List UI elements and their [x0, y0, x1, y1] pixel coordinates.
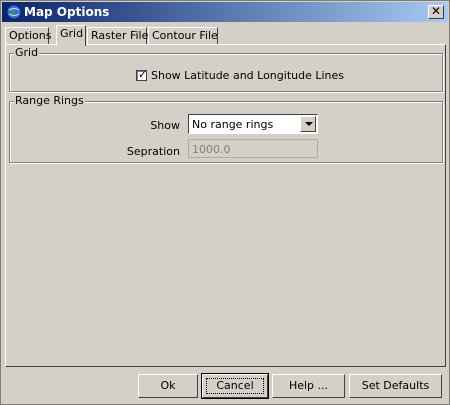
- checkmark-icon: ✓: [138, 68, 148, 81]
- tab-raster-file[interactable]: Raster File: [87, 27, 148, 44]
- latlon-lines-checkbox[interactable]: ✓: [136, 68, 148, 81]
- show-select-value: No range rings: [192, 118, 274, 131]
- title-bar[interactable]: Map Options ✕: [2, 2, 448, 22]
- grid-tab-panel: Grid ✓ Show Latitude and Longitude Lines…: [5, 44, 446, 367]
- show-range-rings-select[interactable]: No range rings: [188, 114, 318, 134]
- window-title: Map Options: [24, 5, 110, 19]
- tab-contour-file[interactable]: Contour File: [148, 27, 218, 44]
- chevron-down-icon: [305, 122, 313, 126]
- range-rings-group-title: Range Rings: [14, 94, 85, 107]
- focus-rect: [206, 378, 264, 394]
- cancel-button[interactable]: Cancel: [201, 373, 269, 399]
- map-options-dialog: Map Options ✕ Options Grid Raster File C…: [0, 0, 450, 405]
- ok-button[interactable]: Ok: [138, 374, 198, 398]
- help-button[interactable]: Help ...: [272, 374, 345, 398]
- close-button[interactable]: ✕: [428, 5, 444, 19]
- range-rings-group: Range Rings Show No range rings Sepratio…: [9, 94, 443, 163]
- tab-options[interactable]: Options: [5, 27, 51, 44]
- set-defaults-button[interactable]: Set Defaults: [349, 374, 442, 398]
- close-icon: ✕: [430, 4, 442, 18]
- show-label: Show: [150, 119, 180, 132]
- globe-icon: [6, 4, 22, 20]
- tab-strip: Options Grid Raster File Contour File: [5, 25, 445, 46]
- grid-group: Grid ✓ Show Latitude and Longitude Lines: [9, 46, 443, 92]
- dropdown-button[interactable]: [300, 116, 316, 132]
- latlon-lines-label[interactable]: Show Latitude and Longitude Lines: [151, 69, 344, 82]
- separation-input[interactable]: 1000.0: [188, 139, 318, 158]
- tab-grid[interactable]: Grid: [56, 25, 86, 46]
- separation-label: Sepration: [126, 145, 180, 158]
- grid-group-title: Grid: [14, 46, 40, 59]
